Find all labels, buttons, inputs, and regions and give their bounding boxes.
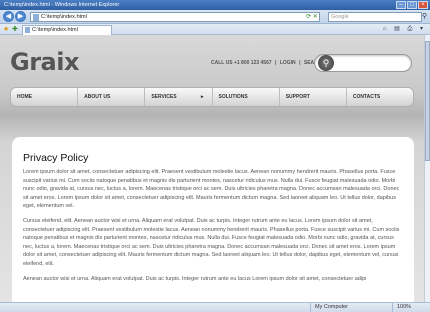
- tab-current[interactable]: C:\temp\index.html: [22, 25, 112, 35]
- security-zone: My Computer: [310, 303, 348, 312]
- page-title: Privacy Policy: [23, 152, 89, 164]
- address-toolbar: ◀ ▶ C:\temp\index.html ⟳ ✕ Google ⚲: [0, 10, 430, 24]
- search-icon[interactable]: ⚲: [422, 12, 430, 22]
- zoom-level[interactable]: 100%: [392, 303, 411, 312]
- search-placeholder: Google: [331, 14, 349, 20]
- site-logo[interactable]: Graix: [10, 48, 79, 76]
- main-menu: HOME ABOUT US SERVICES ▸ SOLUTIONS SUPPOR…: [10, 87, 414, 107]
- page-icon: [25, 27, 30, 33]
- menu-item-about-us[interactable]: ABOUT US: [78, 88, 146, 106]
- login-link[interactable]: LOGIN: [280, 60, 296, 66]
- window-title: C:\temp\index.html - Windows Internet Ex…: [4, 2, 120, 8]
- header-links: CALL US +1 800 123 4567 | LOGIN | SEARCH: [211, 60, 327, 66]
- minimize-icon[interactable]: –: [396, 1, 406, 9]
- divider: |: [275, 60, 277, 66]
- vertical-scrollbar[interactable]: [424, 35, 430, 302]
- menu-item-support[interactable]: SUPPORT: [280, 88, 347, 106]
- paragraph: Lorem ipsum dolor sit amet, consectetuer…: [23, 169, 400, 210]
- menu-label: SERVICES: [151, 94, 177, 100]
- submenu-arrow-icon: ▸: [201, 94, 204, 100]
- menu-label: ABOUT US: [84, 94, 111, 100]
- search-icon[interactable]: ⚲: [318, 55, 334, 71]
- menu-item-home[interactable]: HOME: [11, 88, 79, 106]
- menu-label: HOME: [17, 94, 32, 100]
- tab-toolbar: ★ ✚ C:\temp\index.html ⌂ ▤ ⎙ ▾: [0, 24, 430, 35]
- command-bar-icons[interactable]: ⌂ ▤ ⎙ ▾: [383, 25, 426, 33]
- menu-label: SUPPORT: [285, 94, 310, 100]
- divider: |: [299, 60, 301, 66]
- status-bar: My Computer 100%: [0, 302, 430, 312]
- address-bar[interactable]: C:\temp\index.html: [30, 12, 320, 22]
- tab-title: C:\temp\index.html: [32, 27, 78, 33]
- maximize-icon[interactable]: □: [407, 1, 417, 9]
- paragraph: Aenean auctor wisi et urna. Aliquam erat…: [23, 275, 367, 282]
- scrollbar-thumb[interactable]: [425, 41, 430, 161]
- favorites-star-icon[interactable]: ★: [3, 25, 9, 33]
- forward-arrow-icon[interactable]: ▶: [15, 11, 26, 22]
- menu-item-solutions[interactable]: SOLUTIONS: [213, 88, 280, 106]
- address-text: C:\temp\index.html: [41, 14, 87, 20]
- menu-label: CONTACTS: [352, 94, 381, 100]
- back-arrow-icon[interactable]: ◀: [3, 11, 14, 22]
- search-input[interactable]: Google: [328, 12, 422, 22]
- page-viewport: Graix CALL US +1 800 123 4567 | LOGIN | …: [0, 35, 424, 302]
- call-us-text: CALL US +1 800 123 4567: [211, 60, 272, 66]
- page-icon: [33, 14, 39, 21]
- refresh-icon[interactable]: ⟳ ✕: [306, 13, 318, 20]
- window-titlebar: C:\temp\index.html - Windows Internet Ex…: [0, 0, 430, 10]
- menu-label: SOLUTIONS: [218, 94, 248, 100]
- menu-item-contacts[interactable]: CONTACTS: [347, 88, 413, 106]
- add-favorite-icon[interactable]: ✚: [12, 25, 18, 33]
- close-icon[interactable]: ×: [418, 1, 428, 9]
- content-panel: Privacy Policy Lorem ipsum dolor sit ame…: [12, 137, 414, 302]
- menu-item-services[interactable]: SERVICES ▸: [145, 88, 213, 106]
- paragraph: Cursus eleifend, elit. Aenean auctor wis…: [23, 217, 400, 267]
- window-controls: – □ ×: [396, 1, 428, 9]
